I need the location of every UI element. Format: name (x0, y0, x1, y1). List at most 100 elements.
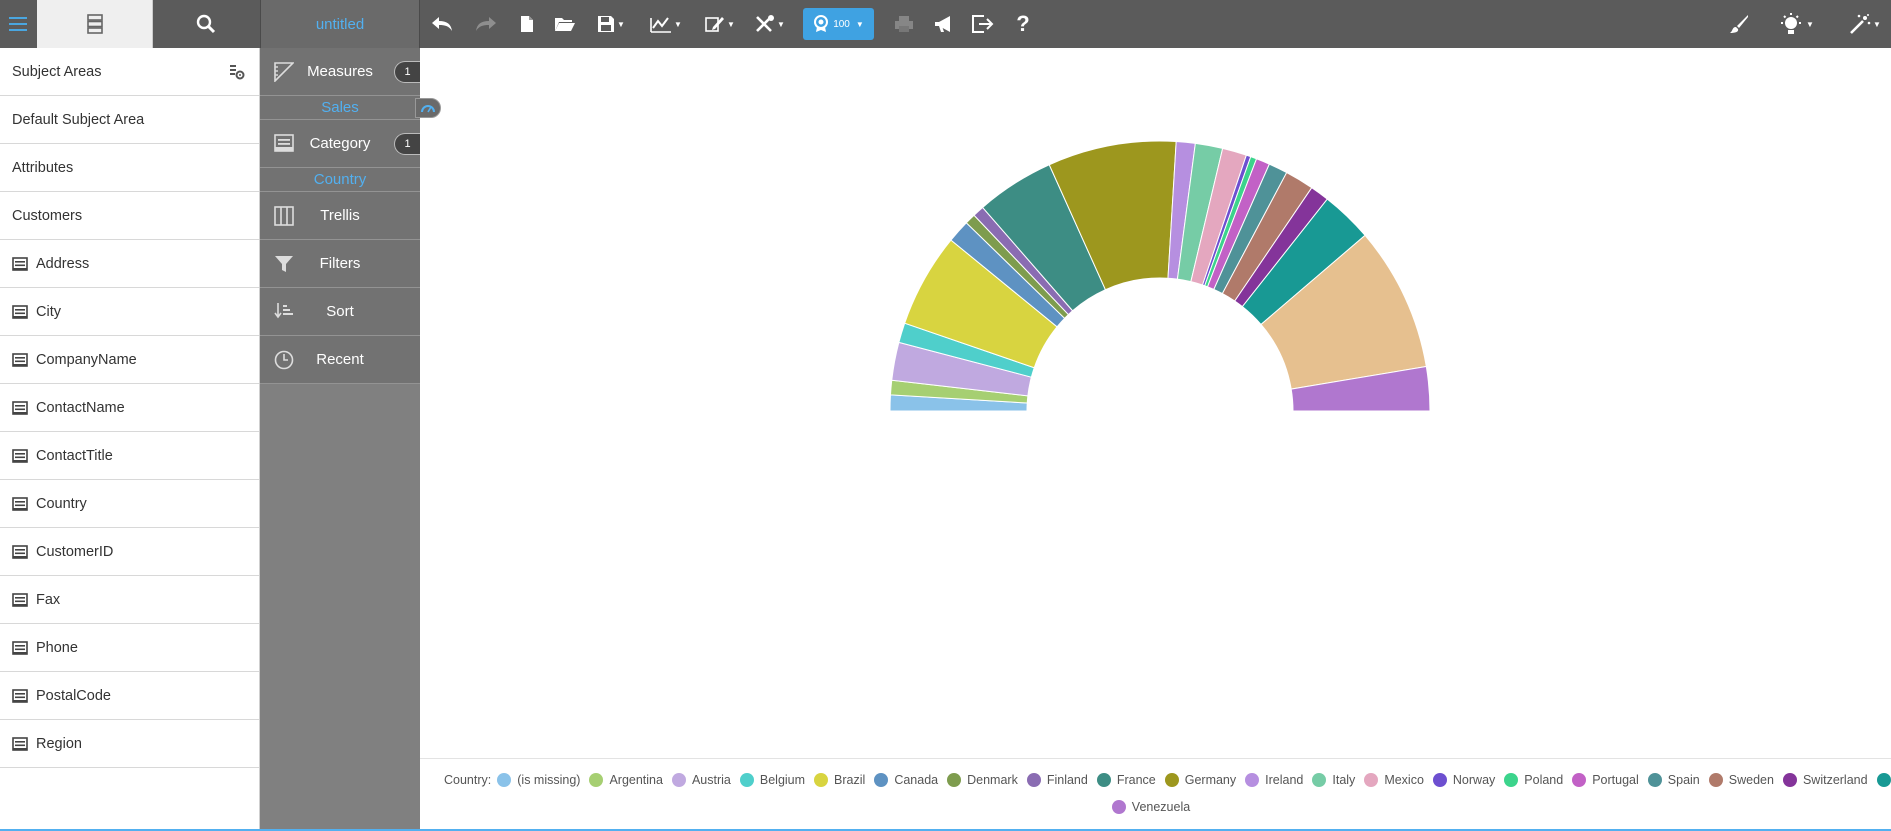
redo-icon (473, 12, 499, 36)
legend-item[interactable]: Switzerland (1782, 773, 1868, 787)
field-icon (12, 304, 28, 319)
exit-icon[interactable] (970, 12, 996, 36)
shelf-recent[interactable]: Recent (260, 336, 420, 384)
database-icon[interactable] (37, 0, 153, 48)
legend-item[interactable]: Ireland (1245, 773, 1303, 787)
legend-title: Country: (444, 773, 492, 787)
shelf-measures[interactable]: Measures 1 (260, 48, 420, 96)
sidebar-item-label: City (36, 303, 61, 320)
new-file-icon[interactable] (514, 12, 540, 36)
legend-label: Portugal (1592, 773, 1639, 787)
toolbar: untitled ▼ ▼ ▼ ▼ 100 ▼ ? ▼ ▼ (0, 0, 1891, 48)
legend-label: (is missing) (517, 773, 581, 787)
sidebar-item-default-subject-area[interactable]: Default Subject Area (0, 96, 259, 144)
menu-icon[interactable] (0, 0, 36, 48)
shelf-trellis[interactable]: Trellis (260, 192, 420, 240)
legend-item[interactable]: Belgium (739, 773, 806, 787)
legend-item[interactable]: Portugal (1572, 773, 1639, 787)
sidebar-field-region[interactable]: Region (0, 720, 259, 768)
legend-item[interactable]: Austria (671, 773, 731, 787)
field-icon (12, 496, 28, 511)
category-count-badge: 1 (394, 133, 420, 155)
theme-icon[interactable]: ▼ (1774, 12, 1818, 36)
legend-item[interactable]: France (1096, 773, 1156, 787)
sidebar-item-label: CompanyName (36, 351, 137, 368)
open-folder-icon[interactable] (552, 12, 578, 36)
legend-label: Mexico (1384, 773, 1424, 787)
sidebar-field-customerid[interactable]: CustomerID (0, 528, 259, 576)
legend-label: Belgium (759, 773, 806, 787)
legend-item[interactable]: Venezuela (1111, 800, 1190, 814)
publish-icon[interactable] (931, 12, 957, 36)
legend-label: Spain (1667, 773, 1700, 787)
brush-icon[interactable] (1726, 12, 1752, 36)
legend-item[interactable]: Finland (1026, 773, 1088, 787)
legend-label: Austria (691, 773, 731, 787)
shelf-panel: Measures 1 Sales Category 1 Country Trel… (260, 48, 441, 831)
help-icon[interactable]: ? (1010, 11, 1036, 36)
legend-label: Switzerland (1802, 773, 1868, 787)
sidebar-field-fax[interactable]: Fax (0, 576, 259, 624)
shelf-sort[interactable]: Sort (260, 288, 420, 336)
legend-item[interactable]: Argentina (589, 773, 663, 787)
legend-item[interactable]: Poland (1504, 773, 1563, 787)
legend-label: Canada (894, 773, 939, 787)
sidebar-item-label: Region (36, 735, 82, 752)
sidebar-item-label: Subject Areas (12, 63, 102, 80)
sidebar-field-address[interactable]: Address (0, 240, 259, 288)
legend-item[interactable]: Mexico (1364, 773, 1424, 787)
category-pill-country[interactable]: Country (260, 168, 420, 192)
legend-item[interactable]: Denmark (947, 773, 1018, 787)
sidebar-item-label: PostalCode (36, 687, 111, 704)
legend-label: Denmark (967, 773, 1018, 787)
legend-swatch (589, 773, 604, 787)
legend-swatch (874, 773, 889, 787)
sidebar-field-postalcode[interactable]: PostalCode (0, 672, 259, 720)
measure-pill-label: Sales (321, 99, 359, 116)
shelf-filters[interactable]: Filters (260, 240, 420, 288)
legend-swatch (1504, 773, 1519, 787)
sidebar-item-subject-areas[interactable]: Subject Areas (0, 48, 259, 96)
undo-icon[interactable] (429, 12, 455, 36)
category-pill-label: Country (313, 171, 367, 188)
magic-wand-icon[interactable]: ▼ (1845, 12, 1885, 36)
legend-item[interactable]: Spain (1647, 773, 1700, 787)
save-icon[interactable]: ▼ (593, 12, 629, 36)
shelf-category[interactable]: Category 1 (260, 120, 420, 168)
legend-item[interactable]: Germany (1164, 773, 1236, 787)
legend-item[interactable]: Italy (1312, 773, 1355, 787)
tools-icon[interactable]: ▼ (750, 12, 790, 36)
legend-item[interactable]: (is missing) (497, 773, 580, 787)
legend-swatch (1364, 773, 1379, 787)
legend-item[interactable]: Canada (874, 773, 938, 787)
trellis-icon (274, 206, 294, 230)
legend-label: Sweden (1728, 773, 1774, 787)
sidebar-item-attributes[interactable]: Attributes (0, 144, 259, 192)
legend-item[interactable]: UK (1876, 773, 1891, 787)
shelf-measures-label: Measures (307, 63, 373, 80)
sidebar-field-phone[interactable]: Phone (0, 624, 259, 672)
subject-area-settings-icon[interactable] (229, 64, 245, 84)
sort-icon (274, 302, 294, 324)
sidebar-field-companyname[interactable]: CompanyName (0, 336, 259, 384)
legend-label: Italy (1332, 773, 1356, 787)
sidebar-item-label: Customers (12, 207, 83, 224)
sidebar-field-contacttitle[interactable]: ContactTitle (0, 432, 259, 480)
legend-swatch (671, 773, 686, 787)
legend-item[interactable]: Sweden (1708, 773, 1774, 787)
legend-item[interactable]: Norway (1432, 773, 1495, 787)
chart-type-icon[interactable]: ▼ (646, 12, 686, 36)
edit-chart-icon[interactable]: ▼ (700, 12, 740, 36)
sidebar-field-contactname[interactable]: ContactName (0, 384, 259, 432)
zoom-level-button[interactable]: 100 ▼ (803, 8, 874, 40)
legend-row: Country: (is missing) Argentina Austria Bel… (444, 773, 1891, 787)
legend-item[interactable]: Brazil (814, 773, 865, 787)
document-title[interactable]: untitled (260, 0, 420, 48)
search-icon[interactable] (153, 0, 259, 48)
legend-label: France (1116, 773, 1156, 787)
sidebar-item-customers[interactable]: Customers (0, 192, 259, 240)
measure-pill-sales[interactable]: Sales (260, 96, 441, 120)
sidebar-field-country[interactable]: Country (0, 480, 259, 528)
sidebar-field-city[interactable]: City (0, 288, 259, 336)
measures-count-badge: 1 (394, 61, 420, 83)
